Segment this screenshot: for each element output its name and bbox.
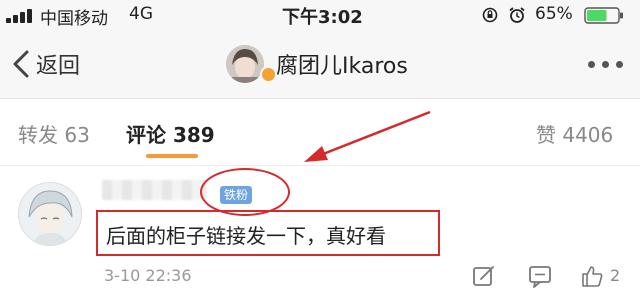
status-bar: 中国移动 4G 下午3:02 65% bbox=[0, 0, 640, 30]
commenter-username-blurred[interactable] bbox=[102, 180, 206, 200]
thumbs-up-icon[interactable] bbox=[580, 264, 604, 288]
status-time: 下午3:02 bbox=[282, 7, 363, 28]
battery-icon bbox=[584, 7, 623, 24]
commenter-avatar-image bbox=[19, 183, 81, 245]
nav-title: 腐团儿Ikaros bbox=[276, 54, 408, 79]
nav-bar: 返回 腐团儿Ikaros bbox=[0, 30, 640, 99]
comment-text: 后面的柜子链接发一下，真好看 bbox=[106, 224, 386, 248]
more-button[interactable] bbox=[586, 58, 626, 72]
avatar[interactable] bbox=[226, 45, 264, 83]
battery-percent: 65% bbox=[535, 4, 573, 24]
alarm-icon bbox=[509, 7, 525, 23]
verified-badge bbox=[260, 66, 277, 83]
tab-bar: 转发 63 评论 389 赞 4406 bbox=[0, 99, 640, 166]
tab-repost[interactable]: 转发 63 bbox=[18, 119, 90, 148]
tab-like[interactable]: 赞 4406 bbox=[536, 119, 613, 148]
carrier-name: 中国移动 bbox=[40, 9, 108, 29]
profile-header[interactable]: 腐团儿Ikaros bbox=[226, 42, 408, 86]
comment-item: 铁粉 后面的柜子链接发一下，真好看 3-10 22:36 2 bbox=[0, 166, 640, 300]
back-button[interactable]: 返回 bbox=[10, 46, 80, 82]
edit-icon[interactable] bbox=[472, 264, 496, 288]
tab-comment[interactable]: 评论 389 bbox=[126, 119, 215, 148]
comment-time: 3-10 22:36 bbox=[104, 266, 192, 285]
weibo-comment-page: 中国移动 4G 下午3:02 65% 返回 腐团儿Ikaros 转发 63 评论… bbox=[0, 0, 640, 300]
like-count: 2 bbox=[610, 266, 621, 285]
annotation-circle bbox=[200, 168, 290, 216]
network-type: 4G bbox=[129, 4, 153, 24]
commenter-avatar[interactable] bbox=[18, 182, 82, 246]
back-chevron-icon bbox=[13, 50, 29, 78]
signal-icon bbox=[6, 9, 36, 23]
back-label: 返回 bbox=[36, 54, 81, 79]
comment-icon[interactable] bbox=[528, 264, 552, 288]
active-tab-indicator bbox=[146, 154, 198, 158]
avatar-image bbox=[226, 45, 264, 83]
rotation-lock-icon bbox=[482, 7, 498, 23]
